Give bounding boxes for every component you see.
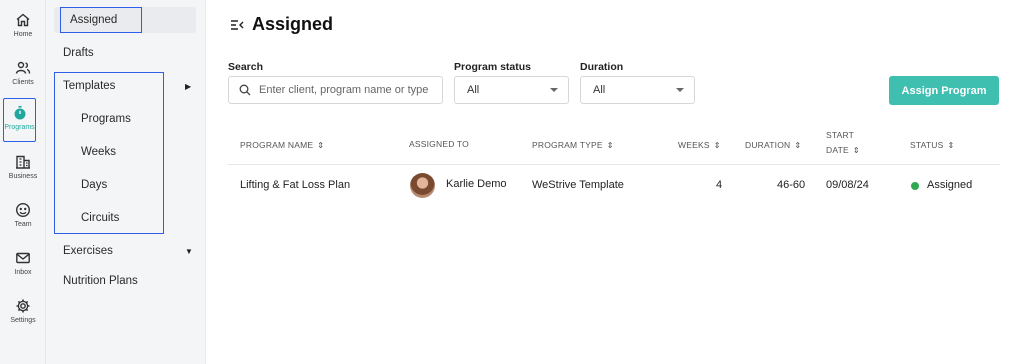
- col-label: PROGRAM NAME: [240, 140, 314, 150]
- home-icon: [16, 13, 30, 27]
- caret-right-icon[interactable]: ▶: [185, 82, 191, 91]
- col-header-start-date[interactable]: START DATE ⇕: [826, 128, 860, 158]
- rail-item-business[interactable]: Business: [3, 148, 43, 192]
- rail-item-programs[interactable]: Programs: [3, 98, 36, 142]
- users-icon: [15, 61, 31, 74]
- rail-label-home: Home: [13, 31, 33, 38]
- col-header-program-type[interactable]: PROGRAM TYPE ⇕: [532, 138, 614, 153]
- program-status-select[interactable]: All: [454, 76, 569, 104]
- assign-program-button[interactable]: Assign Program: [889, 76, 999, 105]
- program-status-label: Program status: [454, 61, 532, 73]
- mail-icon: [16, 252, 30, 264]
- avatar: [410, 173, 435, 198]
- subnav-item-exercises[interactable]: Exercises: [63, 245, 113, 257]
- cell-assigned-to[interactable]: Karlie Demo: [446, 178, 507, 190]
- rail-item-inbox[interactable]: Inbox: [3, 244, 43, 288]
- programs-subnav: Assigned Drafts Templates ▶ Programs Wee…: [46, 0, 206, 364]
- status-dot: [911, 182, 919, 190]
- col-header-assigned-to: ASSIGNED TO: [409, 139, 469, 149]
- rail-label-team: Team: [14, 221, 32, 228]
- rail-item-clients[interactable]: Clients: [3, 54, 43, 98]
- rail-item-settings[interactable]: Settings: [3, 292, 43, 336]
- page-header: Assigned: [230, 14, 333, 35]
- subnav-item-drafts[interactable]: Drafts: [63, 47, 94, 59]
- col-header-duration[interactable]: DURATION ⇕: [745, 138, 801, 153]
- sort-icon: ⇕: [317, 141, 325, 150]
- subnav-label-assigned: Assigned: [70, 14, 118, 26]
- cell-weeks: 4: [716, 179, 723, 191]
- subnav-item-assigned[interactable]: Assigned: [54, 7, 196, 33]
- app-root: Home Clients Programs Business Team Inbo…: [0, 0, 1024, 364]
- icon-rail: Home Clients Programs Business Team Inbo…: [0, 0, 46, 364]
- collapse-menu-icon[interactable]: [230, 18, 244, 32]
- cell-start-date: 09/08/24: [826, 179, 869, 191]
- sort-icon: ⇕: [713, 141, 721, 150]
- search-icon: [239, 84, 251, 96]
- col-label: PROGRAM TYPE: [532, 140, 603, 150]
- col-label: DURATION: [745, 140, 791, 150]
- cell-program-type: WeStrive Template: [532, 179, 624, 191]
- col-header-weeks[interactable]: WEEKS ⇕: [678, 138, 721, 153]
- duration-label: Duration: [580, 61, 624, 73]
- col-label-line2: DATE: [826, 145, 849, 155]
- col-label: WEEKS: [678, 140, 710, 150]
- rail-label-inbox: Inbox: [14, 269, 32, 276]
- cell-duration: 46-60: [777, 179, 806, 191]
- sort-icon: ⇕: [852, 146, 860, 155]
- stopwatch-icon: [14, 106, 25, 120]
- search-field[interactable]: [228, 76, 443, 104]
- col-header-program-name[interactable]: PROGRAM NAME ⇕: [240, 138, 324, 153]
- sort-icon: ⇕: [606, 141, 614, 150]
- chevron-down-icon: [676, 88, 684, 92]
- cell-program-name[interactable]: Lifting & Fat Loss Plan: [240, 179, 350, 191]
- subnav-item-weeks[interactable]: Weeks: [81, 146, 116, 158]
- chevron-down-icon: [550, 88, 558, 92]
- program-status-value: All: [467, 84, 480, 96]
- caret-down-icon[interactable]: ▼: [185, 247, 193, 256]
- subnav-item-days[interactable]: Days: [81, 179, 107, 191]
- rail-label-programs: Programs: [4, 124, 35, 131]
- subnav-item-circuits[interactable]: Circuits: [81, 212, 119, 224]
- page-title: Assigned: [252, 14, 334, 34]
- sort-icon: ⇕: [794, 141, 802, 150]
- main-content: Assigned Search Program status All Durat…: [206, 0, 1024, 364]
- rail-item-home[interactable]: Home: [3, 6, 43, 50]
- duration-value: All: [593, 84, 606, 96]
- rail-label-business: Business: [8, 173, 38, 180]
- subnav-item-programs[interactable]: Programs: [81, 113, 131, 125]
- sort-icon: ⇕: [947, 141, 955, 150]
- col-label: STATUS: [910, 140, 944, 150]
- rail-label-clients: Clients: [12, 79, 34, 86]
- col-label-line1: START: [826, 130, 855, 140]
- header-divider: [228, 164, 1000, 165]
- status-badge: Assigned: [927, 179, 973, 191]
- col-header-status[interactable]: STATUS ⇕: [910, 138, 954, 153]
- rail-label-settings: Settings: [10, 317, 36, 324]
- subnav-item-nutrition-plans[interactable]: Nutrition Plans: [63, 275, 138, 287]
- building-icon: [16, 155, 30, 169]
- gear-icon: [16, 299, 30, 313]
- subnav-item-templates[interactable]: Templates: [63, 80, 115, 92]
- search-input[interactable]: [259, 84, 439, 96]
- team-icon: [15, 202, 31, 218]
- rail-item-team[interactable]: Team: [3, 196, 43, 240]
- search-label: Search: [228, 61, 264, 73]
- duration-select[interactable]: All: [580, 76, 695, 104]
